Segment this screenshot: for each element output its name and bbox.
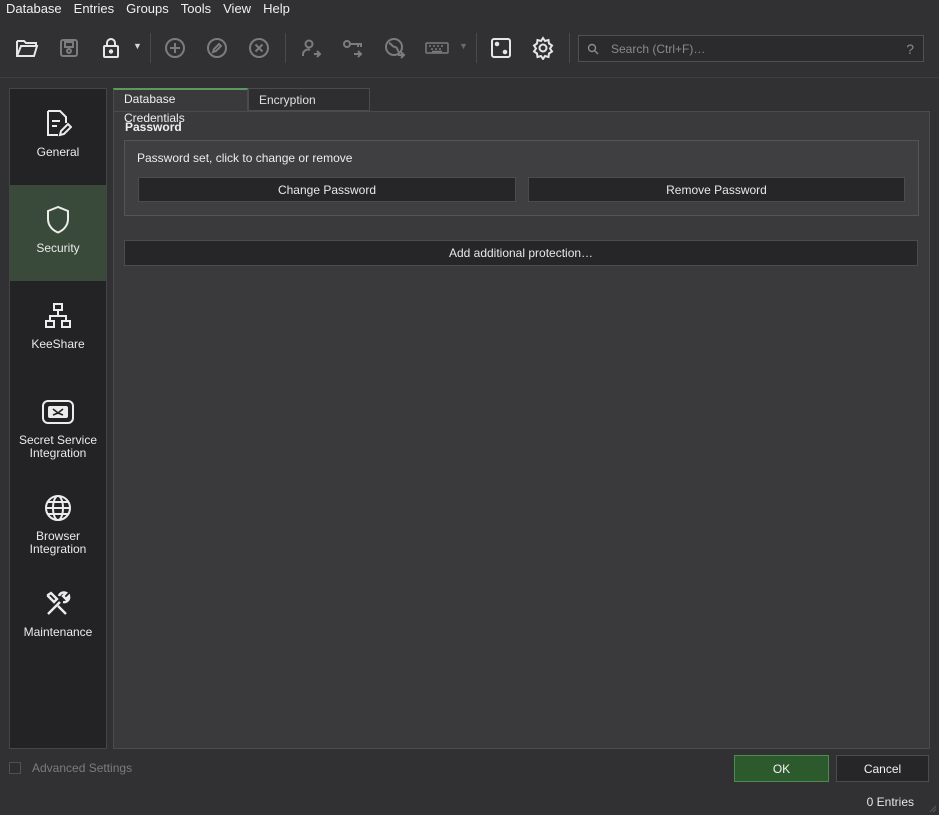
sidebar-item-label: Secret Service Integration [18,433,98,460]
sidebar-item-general[interactable]: General [10,89,106,185]
secret-service-icon [42,400,74,424]
password-generator-icon[interactable] [484,27,518,69]
sidebar-item-label: Maintenance [23,625,93,639]
sidebar-item-browser[interactable]: Browser Integration [10,473,106,569]
sidebar-item-label: Browser Integration [29,529,87,556]
menu-database[interactable]: Database [0,0,68,18]
sidebar-item-security[interactable]: Security [10,185,106,281]
lock-dropdown-icon[interactable]: ▼ [133,41,142,51]
search-box[interactable]: ? [578,35,924,62]
save-database-icon[interactable] [52,27,86,69]
toolbar-separator [150,33,151,63]
menu-groups[interactable]: Groups [120,0,175,18]
toolbar-separator [476,33,477,63]
sidebar-item-label: Security [36,241,80,255]
globe-icon [45,495,71,521]
ok-button[interactable]: OK [734,755,829,782]
status-entry-count: 0 Entries [866,795,914,809]
cancel-button[interactable]: Cancel [836,755,929,782]
menu-bar: Database Entries Groups Tools View Help [0,0,939,18]
password-status-text: Password set, click to change or remove [137,151,353,165]
remove-password-button[interactable]: Remove Password [528,177,905,202]
toolbar-divider [0,77,939,78]
autotype-icon[interactable] [420,27,454,69]
settings-icon[interactable] [526,27,560,69]
menu-help[interactable]: Help [257,0,296,18]
network-icon [45,303,71,328]
delete-entry-icon[interactable] [242,27,276,69]
advanced-settings-checkbox-row[interactable]: Advanced Settings [9,761,132,775]
toolbar-separator [569,33,570,63]
advanced-settings-label: Advanced Settings [32,761,133,775]
toolbar-separator [285,33,286,63]
open-url-icon[interactable] [378,27,412,69]
search-icon [587,43,599,54]
menu-entries[interactable]: Entries [68,0,120,18]
menu-view[interactable]: View [217,0,257,18]
autotype-dropdown-icon[interactable]: ▼ [459,41,468,51]
tab-encryption-settings[interactable]: Encryption Settings [248,88,370,129]
open-database-icon[interactable] [10,27,44,69]
advanced-settings-checkbox[interactable] [9,762,21,774]
shield-icon [47,205,69,234]
copy-username-icon[interactable] [294,27,328,69]
settings-sidebar: General Security KeeShare Secret Service… [9,88,107,749]
sidebar-item-label: KeeShare [31,337,85,351]
copy-password-icon[interactable] [336,27,370,69]
menu-tools[interactable]: Tools [175,0,217,18]
search-help-icon[interactable]: ? [906,41,914,57]
document-edit-icon [47,110,72,137]
sidebar-item-keeshare[interactable]: KeeShare [10,281,106,377]
sidebar-item-secret-service[interactable]: Secret Service Integration [10,377,106,473]
tools-icon [46,591,71,615]
edit-entry-icon[interactable] [200,27,234,69]
lock-database-icon[interactable] [94,27,128,69]
add-entry-icon[interactable] [158,27,192,69]
change-password-button[interactable]: Change Password [138,177,516,202]
search-input[interactable] [611,41,891,56]
tab-database-credentials[interactable]: Database Credentials [113,88,248,125]
sidebar-item-maintenance[interactable]: Maintenance [10,569,106,665]
resize-grip-icon[interactable] [929,805,937,813]
sidebar-item-label: General [36,145,80,159]
add-protection-button[interactable]: Add additional protection… [124,240,918,266]
